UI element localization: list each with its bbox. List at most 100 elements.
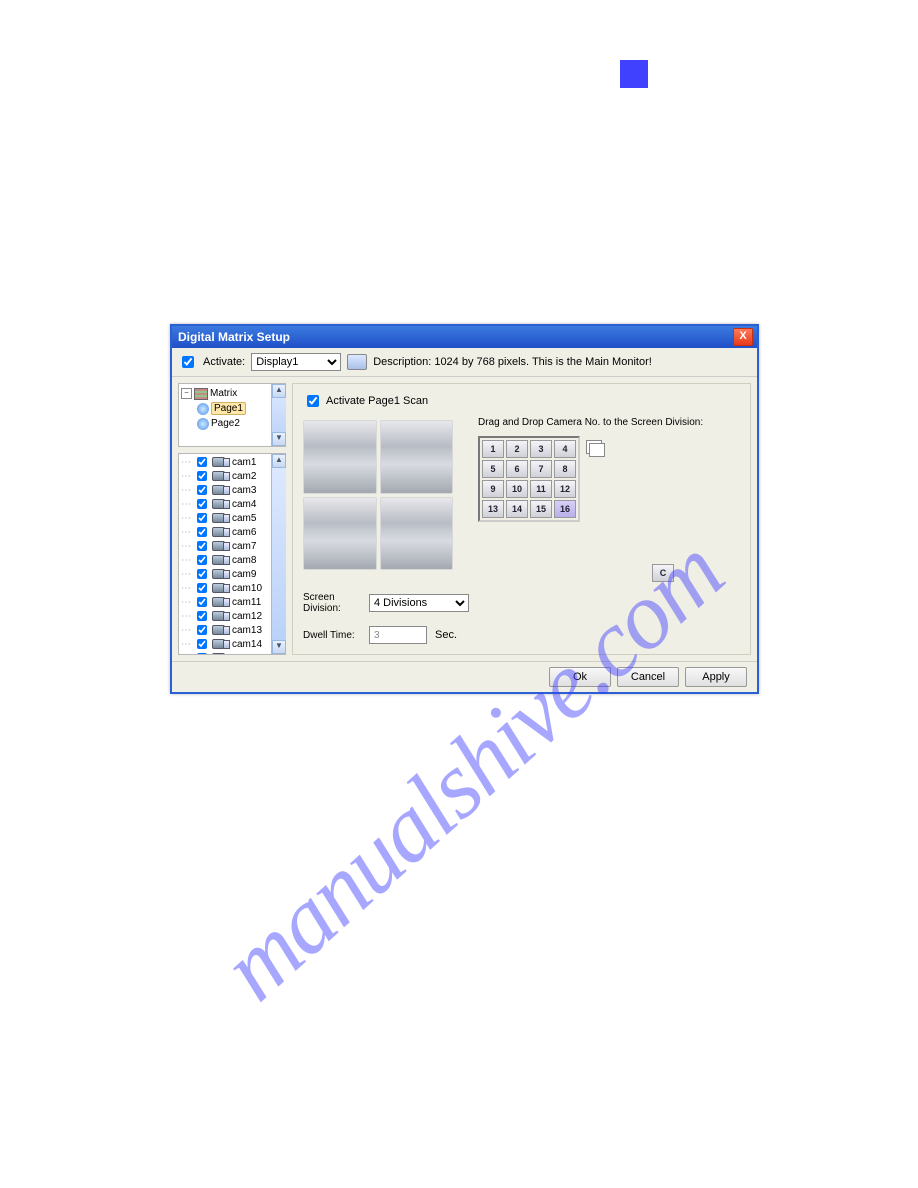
matrix-tree[interactable]: − Matrix Page1 Page2 xyxy=(178,383,286,447)
camera-row[interactable]: ⋯cam1 xyxy=(179,455,271,469)
camera-label: cam14 xyxy=(232,639,262,650)
numpad-button[interactable]: 7 xyxy=(530,460,552,478)
camera-checkbox[interactable] xyxy=(197,569,207,579)
camera-row[interactable]: ⋯cam14 xyxy=(179,637,271,651)
division-cell[interactable] xyxy=(380,420,454,494)
screen-division-select[interactable]: 4 Divisions xyxy=(369,594,469,612)
activate-checkbox[interactable] xyxy=(182,356,194,368)
camera-row[interactable]: ⋯cam5 xyxy=(179,511,271,525)
camera-label: cam2 xyxy=(232,471,256,482)
camera-label: cam1 xyxy=(232,457,256,468)
digital-matrix-setup-dialog: Digital Matrix Setup X Activate: Display… xyxy=(170,324,759,694)
division-cell[interactable] xyxy=(380,497,454,571)
expand-icon[interactable]: − xyxy=(181,388,192,399)
camera-checkbox[interactable] xyxy=(197,625,207,635)
matrix-icon xyxy=(194,388,208,400)
camera-checkbox[interactable] xyxy=(197,597,207,607)
numpad-button[interactable]: 2 xyxy=(506,440,528,458)
camera-checkbox[interactable] xyxy=(197,499,207,509)
camera-checkbox[interactable] xyxy=(197,639,207,649)
numpad-button[interactable]: 3 xyxy=(530,440,552,458)
scroll-up-icon[interactable]: ▲ xyxy=(272,384,286,398)
ok-button[interactable]: Ok xyxy=(549,667,611,687)
tree-page1[interactable]: Page1 xyxy=(211,402,246,415)
camera-row[interactable]: ⋯cam2 xyxy=(179,469,271,483)
camera-row[interactable]: ⋯cam9 xyxy=(179,567,271,581)
numpad-button[interactable]: 14 xyxy=(506,500,528,518)
camera-icon xyxy=(212,611,230,621)
numpad-button[interactable]: 15 xyxy=(530,500,552,518)
camera-row[interactable]: ⋯cam15 xyxy=(179,651,271,654)
camera-icon xyxy=(212,569,230,579)
dwell-time-input[interactable] xyxy=(369,626,427,644)
button-bar: Ok Cancel Apply xyxy=(172,661,757,692)
camera-checkbox[interactable] xyxy=(197,513,207,523)
close-button[interactable]: X xyxy=(733,328,753,346)
camera-icon xyxy=(212,541,230,551)
tree-root[interactable]: Matrix xyxy=(210,388,237,399)
numpad-button[interactable]: 13 xyxy=(482,500,504,518)
numpad-button[interactable]: 6 xyxy=(506,460,528,478)
division-cell[interactable] xyxy=(303,420,377,494)
camera-row[interactable]: ⋯cam3 xyxy=(179,483,271,497)
numpad-button[interactable]: 5 xyxy=(482,460,504,478)
display-select[interactable]: Display1 xyxy=(251,353,341,371)
scroll-down-icon[interactable]: ▼ xyxy=(272,432,286,446)
camera-row[interactable]: ⋯cam8 xyxy=(179,553,271,567)
tree-page2[interactable]: Page2 xyxy=(211,418,240,429)
camera-icon xyxy=(212,625,230,635)
camera-row[interactable]: ⋯cam12 xyxy=(179,609,271,623)
dwell-time-label: Dwell Time: xyxy=(303,630,361,641)
screen-division-preview[interactable] xyxy=(303,420,453,570)
numpad-button[interactable]: 4 xyxy=(554,440,576,458)
camera-checkbox[interactable] xyxy=(197,653,207,654)
scroll-up-icon[interactable]: ▲ xyxy=(272,454,286,468)
numpad-button[interactable]: 1 xyxy=(482,440,504,458)
numpad-button[interactable]: C xyxy=(652,564,674,582)
camera-row[interactable]: ⋯cam7 xyxy=(179,539,271,553)
camera-list[interactable]: ⋯cam1⋯cam2⋯cam3⋯cam4⋯cam5⋯cam6⋯cam7⋯cam8… xyxy=(178,453,286,655)
page-icon xyxy=(197,403,209,415)
cancel-button[interactable]: Cancel xyxy=(617,667,679,687)
blue-square xyxy=(620,60,648,88)
drag-drop-label: Drag and Drop Camera No. to the Screen D… xyxy=(478,417,703,428)
numpad-button[interactable]: 12 xyxy=(554,480,576,498)
camera-label: cam13 xyxy=(232,625,262,636)
camera-row[interactable]: ⋯cam13 xyxy=(179,623,271,637)
camera-icon xyxy=(212,597,230,607)
numpad-button[interactable]: 8 xyxy=(554,460,576,478)
activate-label: Activate: xyxy=(203,356,245,368)
camera-numpad: 12345678910111213141516C xyxy=(478,436,580,522)
camera-row[interactable]: ⋯cam6 xyxy=(179,525,271,539)
cascade-icon[interactable] xyxy=(586,440,602,454)
camera-row[interactable]: ⋯cam10 xyxy=(179,581,271,595)
list-scrollbar[interactable]: ▲ ▼ xyxy=(271,454,286,654)
camera-checkbox[interactable] xyxy=(197,471,207,481)
camera-checkbox[interactable] xyxy=(197,485,207,495)
tree-scrollbar[interactable]: ▲ ▼ xyxy=(271,384,286,446)
camera-checkbox[interactable] xyxy=(197,555,207,565)
numpad-button[interactable]: 11 xyxy=(530,480,552,498)
camera-icon xyxy=(212,499,230,509)
camera-row[interactable]: ⋯cam11 xyxy=(179,595,271,609)
camera-label: cam3 xyxy=(232,485,256,496)
dialog-title: Digital Matrix Setup xyxy=(176,330,733,344)
activate-page-scan-checkbox[interactable] xyxy=(307,395,319,407)
apply-button[interactable]: Apply xyxy=(685,667,747,687)
numpad-button[interactable]: 16 xyxy=(554,500,576,518)
camera-checkbox[interactable] xyxy=(197,583,207,593)
numpad-button[interactable]: 9 xyxy=(482,480,504,498)
camera-label: cam6 xyxy=(232,527,256,538)
camera-checkbox[interactable] xyxy=(197,611,207,621)
camera-checkbox[interactable] xyxy=(197,457,207,467)
camera-checkbox[interactable] xyxy=(197,541,207,551)
titlebar[interactable]: Digital Matrix Setup X xyxy=(172,326,757,348)
camera-row[interactable]: ⋯cam4 xyxy=(179,497,271,511)
division-cell[interactable] xyxy=(303,497,377,571)
scroll-down-icon[interactable]: ▼ xyxy=(272,640,286,654)
numpad-button[interactable]: 10 xyxy=(506,480,528,498)
camera-icon xyxy=(212,471,230,481)
camera-label: cam11 xyxy=(232,597,261,608)
camera-checkbox[interactable] xyxy=(197,527,207,537)
page-icon xyxy=(197,418,209,430)
